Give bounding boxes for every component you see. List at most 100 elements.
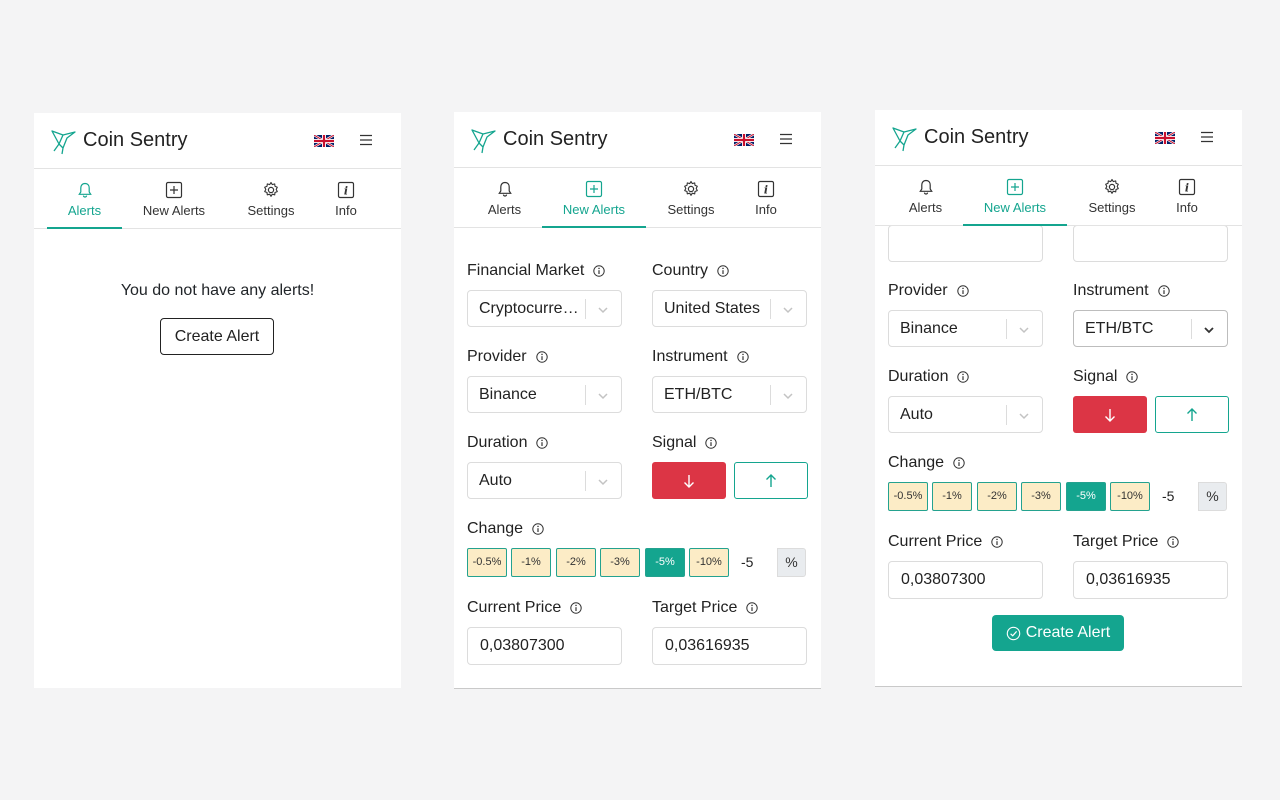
chevron-down-icon <box>1019 327 1029 334</box>
signal-down-button[interactable] <box>652 462 726 499</box>
uk-flag-icon[interactable] <box>1155 132 1175 144</box>
signal-up-button[interactable] <box>734 462 808 499</box>
target-price-input[interactable]: 0,03616935 <box>652 627 807 665</box>
change-percent-input[interactable]: -5 <box>734 548 777 577</box>
financial-market-select[interactable]: Cryptocurrency <box>467 290 622 327</box>
hamburger-menu-icon[interactable] <box>778 131 794 147</box>
info-circle-icon[interactable] <box>1126 371 1139 383</box>
current-price-label: Current Price <box>467 598 582 618</box>
bell-icon <box>77 182 92 198</box>
financial-market-select[interactable] <box>888 225 1043 262</box>
create-alert-submit-button[interactable]: Create Alert <box>992 615 1124 651</box>
target-price-input[interactable]: 0,03616935 <box>1073 561 1228 599</box>
instrument-select[interactable]: ETH/BTC <box>652 376 807 413</box>
bird-logo-icon <box>892 127 917 152</box>
change-chip[interactable]: -3% <box>1021 482 1061 511</box>
info-circle-icon[interactable] <box>535 351 548 363</box>
change-chip[interactable]: -2% <box>556 548 596 577</box>
signal-label: Signal <box>652 433 718 453</box>
chevron-down-icon <box>783 307 793 314</box>
signal-down-button[interactable] <box>1073 396 1147 433</box>
arrow-up-icon <box>766 473 776 487</box>
info-circle-icon[interactable] <box>957 371 970 383</box>
info-circle-icon[interactable] <box>956 285 969 297</box>
header: Coin Sentry <box>875 110 1242 166</box>
info-circle-icon[interactable] <box>705 437 718 449</box>
provider-select[interactable]: Binance <box>888 310 1043 347</box>
tab-settings[interactable]: Settings <box>226 169 316 229</box>
provider-select[interactable]: Binance <box>467 376 622 413</box>
arrow-down-icon <box>684 474 694 488</box>
tab-alerts[interactable]: Alerts <box>888 166 963 226</box>
info-square-icon: i <box>757 180 775 198</box>
empty-alerts-message: You do not have any alerts! <box>120 282 315 299</box>
tab-new-alerts[interactable]: New Alerts <box>542 168 646 228</box>
hamburger-menu-icon[interactable] <box>358 132 374 148</box>
header: Coin Sentry <box>34 113 401 169</box>
chevron-down-icon <box>598 479 608 486</box>
tab-alerts[interactable]: Alerts <box>467 168 542 228</box>
info-circle-icon[interactable] <box>570 602 582 614</box>
plus-square-icon <box>1006 178 1024 196</box>
info-circle-icon[interactable] <box>536 437 549 449</box>
info-circle-icon[interactable] <box>1167 536 1180 548</box>
current-price-input[interactable]: 0,03807300 <box>467 627 622 665</box>
panel-new-alert-top: Coin Sentry Alerts New Alerts Settings i… <box>454 112 821 689</box>
change-chip[interactable]: -0.5% <box>467 548 507 577</box>
info-circle-icon[interactable] <box>991 536 1003 548</box>
plus-square-icon <box>165 181 183 199</box>
info-circle-icon[interactable] <box>953 457 965 469</box>
current-price-input[interactable]: 0,03807300 <box>888 561 1043 599</box>
duration-select[interactable]: Auto <box>467 462 622 499</box>
percent-addon: % <box>777 548 806 577</box>
info-circle-icon[interactable] <box>746 602 759 614</box>
info-circle-icon[interactable] <box>717 265 729 277</box>
instrument-label: Instrument <box>652 347 749 367</box>
tab-new-alerts[interactable]: New Alerts <box>963 166 1067 226</box>
change-percent-input[interactable]: -5 <box>1155 482 1198 511</box>
tab-settings[interactable]: Settings <box>646 168 736 228</box>
instrument-select[interactable]: ETH/BTC <box>1073 310 1228 347</box>
info-circle-icon[interactable] <box>593 265 606 277</box>
duration-label: Duration <box>467 433 549 453</box>
change-chip-selected[interactable]: -5% <box>1066 482 1106 511</box>
bottom-divider <box>875 686 1242 687</box>
tab-new-alerts[interactable]: New Alerts <box>122 169 226 229</box>
info-circle-icon[interactable] <box>1157 285 1170 297</box>
country-select[interactable]: United States <box>652 290 807 327</box>
check-circle-icon <box>1006 626 1020 640</box>
change-chip[interactable]: -10% <box>689 548 729 577</box>
gear-icon <box>684 180 698 196</box>
change-chip[interactable]: -1% <box>932 482 972 511</box>
tab-info[interactable]: i Info <box>1157 166 1217 226</box>
duration-select[interactable]: Auto <box>888 396 1043 433</box>
change-label: Change <box>467 519 544 539</box>
hamburger-menu-icon[interactable] <box>1199 129 1215 145</box>
create-alert-button[interactable]: Create Alert <box>160 318 274 355</box>
uk-flag-icon[interactable] <box>734 134 754 146</box>
bell-icon <box>918 179 933 195</box>
tab-info[interactable]: i Info <box>736 168 796 228</box>
uk-flag-icon[interactable] <box>314 135 334 147</box>
tab-bar: Alerts New Alerts Settings i Info <box>454 168 821 228</box>
tab-bar: Alerts New Alerts Settings i Info <box>875 166 1242 226</box>
gear-icon <box>1105 178 1119 194</box>
app-title: Coin Sentry <box>503 128 608 150</box>
change-chip[interactable]: -1% <box>511 548 551 577</box>
change-chip[interactable]: -10% <box>1110 482 1150 511</box>
tab-alerts[interactable]: Alerts <box>47 169 122 229</box>
change-label: Change <box>888 453 965 473</box>
chevron-down-icon <box>783 393 793 400</box>
info-circle-icon[interactable] <box>736 351 749 363</box>
tab-info[interactable]: i Info <box>316 169 376 229</box>
tab-settings[interactable]: Settings <box>1067 166 1157 226</box>
change-chip[interactable]: -3% <box>600 548 640 577</box>
country-select[interactable] <box>1073 225 1228 262</box>
app-title: Coin Sentry <box>924 126 1029 148</box>
change-chip[interactable]: -2% <box>977 482 1017 511</box>
signal-up-button[interactable] <box>1155 396 1229 433</box>
change-chip[interactable]: -0.5% <box>888 482 928 511</box>
change-chip-selected[interactable]: -5% <box>645 548 685 577</box>
arrow-up-icon <box>1187 407 1197 421</box>
info-circle-icon[interactable] <box>532 523 544 535</box>
